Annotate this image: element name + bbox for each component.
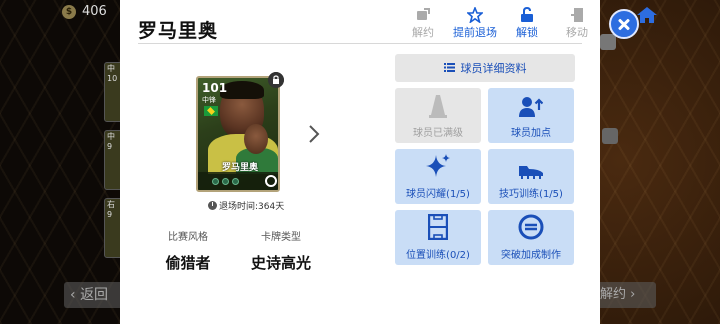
player-name-title: 罗马里奥 <box>138 20 219 42</box>
coin-icon: $ <box>62 5 76 19</box>
play-style-label: 比赛风格 <box>168 232 208 243</box>
player-details-button[interactable]: 球员详细资料 <box>395 54 575 82</box>
back-button[interactable]: ‹ 返回 <box>64 282 124 308</box>
unlock-button[interactable]: 解锁 <box>502 6 552 40</box>
move-button[interactable]: 移动 <box>552 6 602 40</box>
position-training-tile[interactable]: 位置训练(0/2) <box>395 210 481 265</box>
play-style: 比赛风格 偷猎者 <box>143 228 233 273</box>
home-icon[interactable] <box>636 6 658 24</box>
player-portrait-secondary <box>244 124 268 154</box>
next-player-arrow-icon[interactable] <box>308 124 320 144</box>
close-button[interactable] <box>609 9 639 39</box>
unlock-label: 解锁 <box>516 26 538 39</box>
breakthrough-boost-label: 突破加成制作 <box>501 250 561 261</box>
player-boost-label: 球员加点 <box>511 128 551 139</box>
player-details-label: 球员详细资料 <box>460 62 527 75</box>
top-action-bar: 解约 提前退场 解锁 移动 <box>398 6 602 40</box>
coin-balance: 406 <box>82 4 107 19</box>
retire-time: 退场时间:364天 <box>208 199 284 212</box>
release-icon <box>398 6 448 23</box>
card-position: 中锋 <box>202 96 216 104</box>
copy-icon[interactable] <box>600 34 616 50</box>
lock-badge-icon <box>268 72 284 88</box>
breakthrough-boost-tile[interactable]: 突破加成制作 <box>488 210 574 265</box>
pitch-icon <box>395 210 481 240</box>
card-type-label: 卡牌类型 <box>261 232 301 243</box>
player-card[interactable]: 101 中锋 罗马里奥 <box>196 76 280 192</box>
chevron-right-icon: › <box>626 287 636 302</box>
early-exit-label: 提前退场 <box>453 26 497 39</box>
skill-dot-icon <box>222 178 229 185</box>
lock-icon[interactable] <box>602 128 618 144</box>
star-exit-icon <box>448 6 502 23</box>
play-style-value: 偷猎者 <box>165 254 211 272</box>
sparkle-icon <box>395 149 481 179</box>
efootball-icon <box>488 210 574 240</box>
card-type: 卡牌类型 史诗高光 <box>236 228 326 273</box>
player-modal: 罗马里奥 解约 提前退场 解锁 移动 101 中锋 罗马里奥 退场时间:364天… <box>120 0 600 324</box>
card-type-value: 史诗高光 <box>250 254 311 272</box>
early-exit-button[interactable]: 提前退场 <box>448 6 502 40</box>
clock-icon <box>208 201 217 210</box>
skill-dot-icon <box>212 178 219 185</box>
unlock-icon <box>502 6 552 23</box>
player-shine-label: 球员闪耀(1/5) <box>406 189 470 200</box>
card-footer <box>198 172 278 190</box>
list-icon <box>443 62 455 75</box>
boot-icon <box>488 149 574 179</box>
skill-training-tile[interactable]: 技巧训练(1/5) <box>488 149 574 204</box>
title-divider <box>138 43 582 44</box>
release-bg-label: 解约 <box>600 287 627 302</box>
back-label: 返回 <box>80 287 109 303</box>
chevron-left-icon: ‹ <box>70 287 81 303</box>
player-boost-icon <box>488 88 574 118</box>
move-icon <box>552 6 602 23</box>
release-label: 解约 <box>412 26 434 39</box>
max-level-tile[interactable]: 球员已满级 <box>395 88 481 143</box>
release-button[interactable]: 解约 <box>398 6 448 40</box>
player-boost-tile[interactable]: 球员加点 <box>488 88 574 143</box>
brazil-flag-icon <box>204 106 218 116</box>
skill-training-label: 技巧训练(1/5) <box>499 189 563 200</box>
efootball-logo-icon <box>265 175 277 187</box>
move-label: 移动 <box>566 26 588 39</box>
card-rating: 101 <box>202 81 228 95</box>
skill-dot-icon <box>232 178 239 185</box>
release-bg-button[interactable]: 解约 › <box>596 282 656 308</box>
retire-time-text: 退场时间:364天 <box>219 202 285 212</box>
cone-icon <box>395 88 481 118</box>
player-shine-tile[interactable]: 球员闪耀(1/5) <box>395 149 481 204</box>
max-level-label: 球员已满级 <box>413 128 463 139</box>
position-training-label: 位置训练(0/2) <box>406 250 470 261</box>
